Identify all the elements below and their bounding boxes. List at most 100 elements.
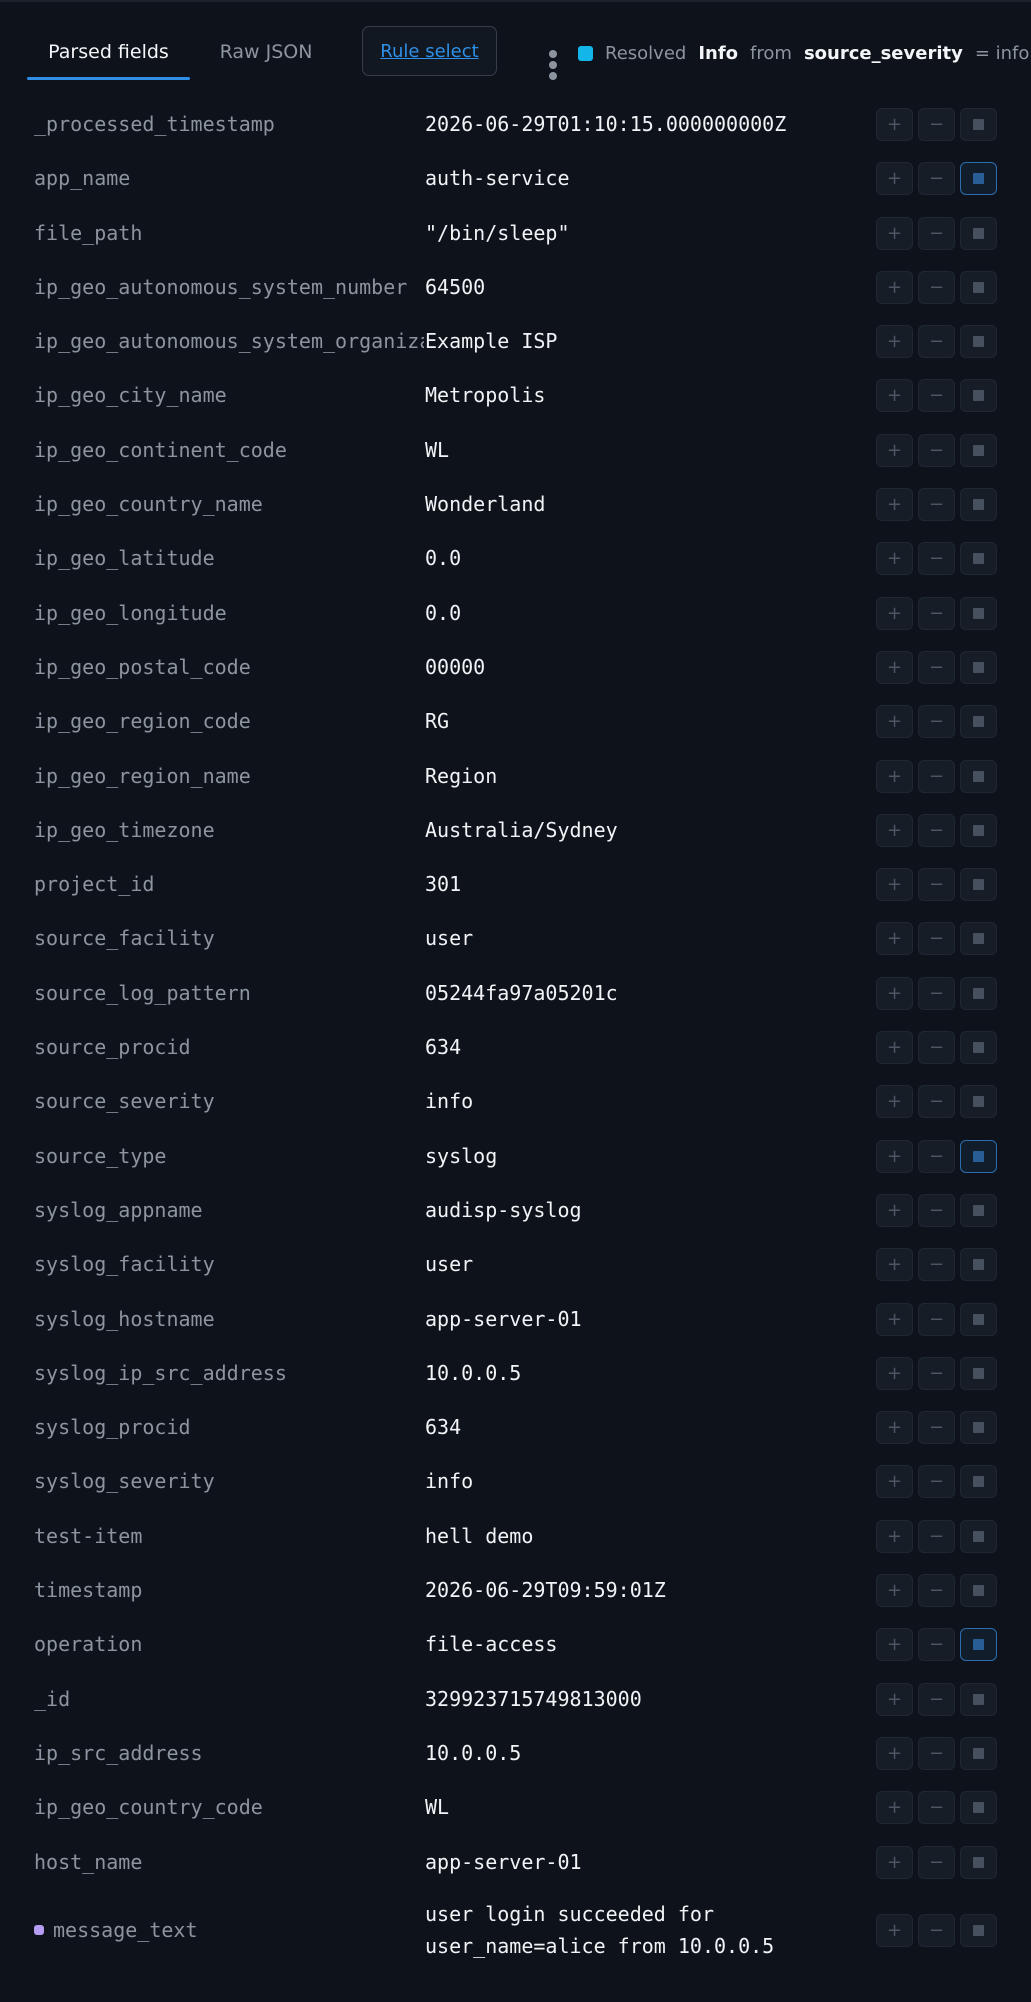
tab-raw-json[interactable]: Raw JSON xyxy=(196,24,336,80)
toggle-column-button[interactable] xyxy=(960,1913,997,1947)
include-filter-button[interactable]: + xyxy=(876,325,913,359)
toggle-column-button[interactable] xyxy=(960,813,997,847)
include-filter-button[interactable]: + xyxy=(876,542,913,576)
toggle-column-button[interactable] xyxy=(960,868,997,902)
include-filter-button[interactable]: + xyxy=(876,108,913,141)
exclude-filter-button[interactable]: − xyxy=(918,108,955,141)
exclude-filter-button[interactable]: − xyxy=(918,1791,955,1825)
exclude-filter-button[interactable]: − xyxy=(918,1465,955,1499)
exclude-filter-button[interactable]: − xyxy=(918,1139,955,1173)
toggle-column-button[interactable] xyxy=(960,325,997,359)
exclude-filter-button[interactable]: − xyxy=(918,1031,955,1065)
exclude-filter-button[interactable]: − xyxy=(918,1913,955,1947)
toggle-column-button[interactable] xyxy=(960,1682,997,1716)
exclude-filter-button[interactable]: − xyxy=(918,379,955,413)
include-filter-button[interactable]: + xyxy=(876,1682,913,1716)
include-filter-button[interactable]: + xyxy=(876,1465,913,1499)
toggle-column-button[interactable] xyxy=(960,1628,997,1662)
toggle-column-button[interactable] xyxy=(960,162,997,196)
exclude-filter-button[interactable]: − xyxy=(918,1736,955,1770)
exclude-filter-button[interactable]: − xyxy=(918,1574,955,1608)
exclude-filter-button[interactable]: − xyxy=(918,270,955,304)
exclude-filter-button[interactable]: − xyxy=(918,1248,955,1282)
include-filter-button[interactable]: + xyxy=(876,1913,913,1947)
include-filter-button[interactable]: + xyxy=(876,596,913,630)
toggle-column-button[interactable] xyxy=(960,270,997,304)
include-filter-button[interactable]: + xyxy=(876,1085,913,1119)
include-filter-button[interactable]: + xyxy=(876,1139,913,1173)
exclude-filter-button[interactable]: − xyxy=(918,868,955,902)
toggle-column-button[interactable] xyxy=(960,1031,997,1065)
exclude-filter-button[interactable]: − xyxy=(918,1302,955,1336)
exclude-filter-button[interactable]: − xyxy=(918,1085,955,1119)
exclude-filter-button[interactable]: − xyxy=(918,1411,955,1445)
exclude-filter-button[interactable]: − xyxy=(918,650,955,684)
toggle-column-button[interactable] xyxy=(960,1139,997,1173)
toggle-column-button[interactable] xyxy=(960,216,997,250)
include-filter-button[interactable]: + xyxy=(876,759,913,793)
exclude-filter-button[interactable]: − xyxy=(918,1356,955,1390)
toggle-column-button[interactable] xyxy=(960,488,997,522)
include-filter-button[interactable]: + xyxy=(876,1193,913,1227)
toggle-column-button[interactable] xyxy=(960,1791,997,1825)
include-filter-button[interactable]: + xyxy=(876,162,913,196)
exclude-filter-button[interactable]: − xyxy=(918,488,955,522)
toggle-column-button[interactable] xyxy=(960,542,997,576)
toggle-column-button[interactable] xyxy=(960,1248,997,1282)
exclude-filter-button[interactable]: − xyxy=(918,759,955,793)
include-filter-button[interactable]: + xyxy=(876,1736,913,1770)
include-filter-button[interactable]: + xyxy=(876,922,913,956)
exclude-filter-button[interactable]: − xyxy=(918,596,955,630)
exclude-filter-button[interactable]: − xyxy=(918,1628,955,1662)
toggle-column-button[interactable] xyxy=(960,976,997,1010)
include-filter-button[interactable]: + xyxy=(876,1628,913,1662)
toggle-column-button[interactable] xyxy=(960,379,997,413)
tab-parsed-fields[interactable]: Parsed fields xyxy=(27,24,190,80)
toggle-column-button[interactable] xyxy=(960,1574,997,1608)
include-filter-button[interactable]: + xyxy=(876,650,913,684)
toggle-column-button[interactable] xyxy=(960,108,997,141)
include-filter-button[interactable]: + xyxy=(876,488,913,522)
include-filter-button[interactable]: + xyxy=(876,868,913,902)
include-filter-button[interactable]: + xyxy=(876,433,913,467)
toggle-column-button[interactable] xyxy=(960,596,997,630)
exclude-filter-button[interactable]: − xyxy=(918,216,955,250)
include-filter-button[interactable]: + xyxy=(876,705,913,739)
include-filter-button[interactable]: + xyxy=(876,1411,913,1445)
exclude-filter-button[interactable]: − xyxy=(918,542,955,576)
include-filter-button[interactable]: + xyxy=(876,379,913,413)
toggle-column-button[interactable] xyxy=(960,1411,997,1445)
include-filter-button[interactable]: + xyxy=(876,1791,913,1825)
toggle-column-button[interactable] xyxy=(960,1356,997,1390)
toggle-column-button[interactable] xyxy=(960,1465,997,1499)
include-filter-button[interactable]: + xyxy=(876,976,913,1010)
exclude-filter-button[interactable]: − xyxy=(918,705,955,739)
exclude-filter-button[interactable]: − xyxy=(918,813,955,847)
toggle-column-button[interactable] xyxy=(960,1085,997,1119)
include-filter-button[interactable]: + xyxy=(876,1031,913,1065)
toggle-column-button[interactable] xyxy=(960,1845,997,1879)
exclude-filter-button[interactable]: − xyxy=(918,1682,955,1716)
exclude-filter-button[interactable]: − xyxy=(918,1845,955,1879)
exclude-filter-button[interactable]: − xyxy=(918,1193,955,1227)
include-filter-button[interactable]: + xyxy=(876,270,913,304)
include-filter-button[interactable]: + xyxy=(876,1356,913,1390)
toggle-column-button[interactable] xyxy=(960,1736,997,1770)
include-filter-button[interactable]: + xyxy=(876,1519,913,1553)
exclude-filter-button[interactable]: − xyxy=(918,1519,955,1553)
toggle-column-button[interactable] xyxy=(960,650,997,684)
exclude-filter-button[interactable]: − xyxy=(918,976,955,1010)
include-filter-button[interactable]: + xyxy=(876,216,913,250)
include-filter-button[interactable]: + xyxy=(876,1248,913,1282)
toggle-column-button[interactable] xyxy=(960,1519,997,1553)
include-filter-button[interactable]: + xyxy=(876,1574,913,1608)
toggle-column-button[interactable] xyxy=(960,1302,997,1336)
toggle-column-button[interactable] xyxy=(960,759,997,793)
toggle-column-button[interactable] xyxy=(960,705,997,739)
toggle-column-button[interactable] xyxy=(960,433,997,467)
more-options-icon[interactable] xyxy=(546,50,560,82)
include-filter-button[interactable]: + xyxy=(876,1302,913,1336)
toggle-column-button[interactable] xyxy=(960,1193,997,1227)
rule-select-button[interactable]: Rule select xyxy=(362,26,497,76)
toggle-column-button[interactable] xyxy=(960,922,997,956)
